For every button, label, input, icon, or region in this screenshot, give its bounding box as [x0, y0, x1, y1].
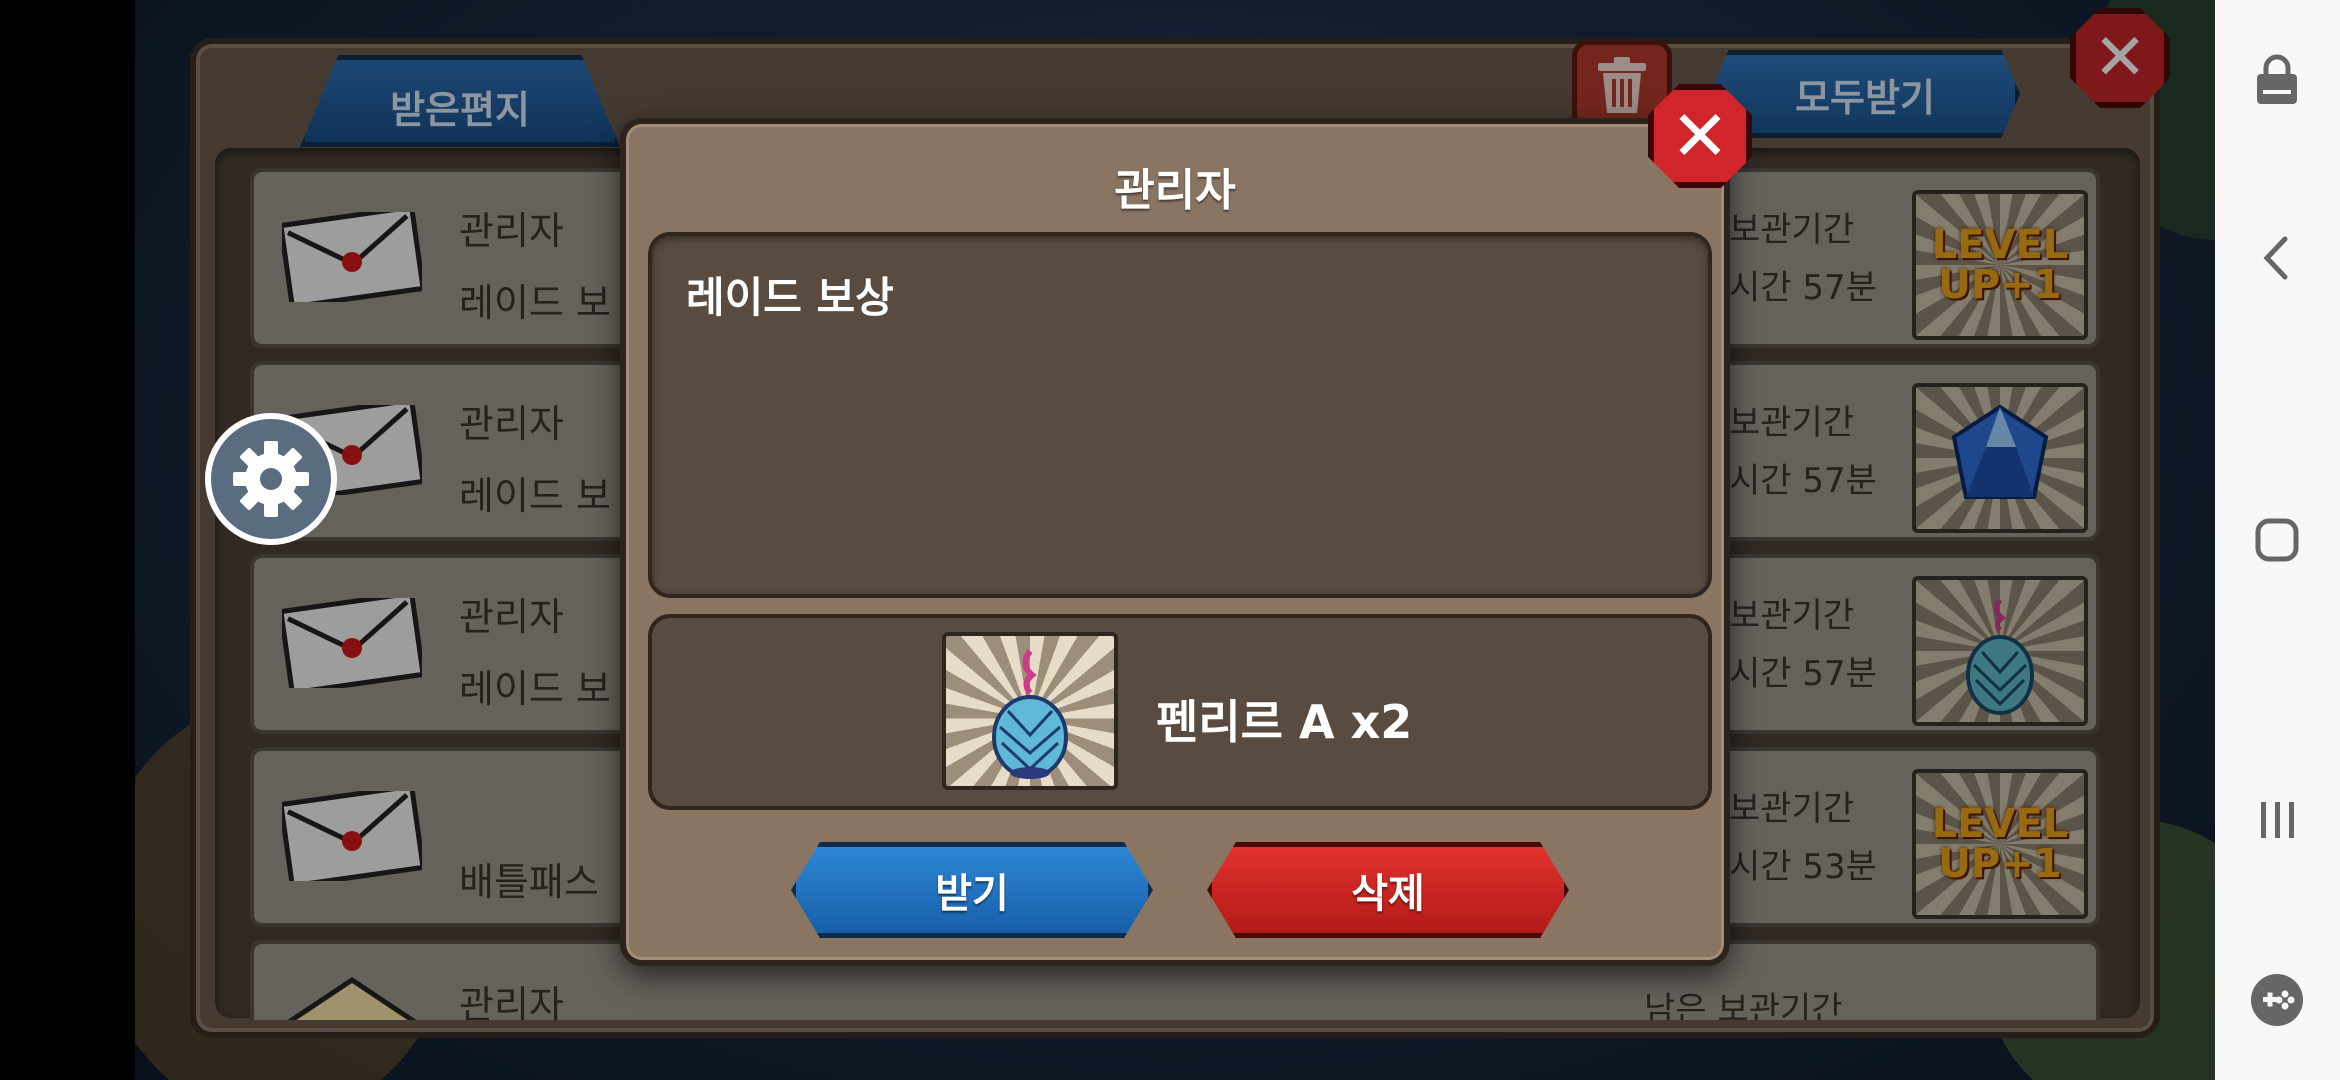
- back-icon: [2263, 236, 2288, 280]
- recents-button[interactable]: [2237, 780, 2317, 860]
- close-icon: ✕: [1670, 95, 1730, 177]
- system-navigation-bar: [2215, 0, 2340, 1080]
- reward-text: 펜리르 A x2: [1156, 695, 1413, 749]
- settings-button[interactable]: [205, 413, 337, 545]
- mail-detail-dialog: 관리자 레이드 보상 펜리르 A x2 받기 삭제: [620, 118, 1730, 966]
- screen-lock-button[interactable]: [2237, 40, 2317, 120]
- pine-cone-icon: [992, 649, 1068, 779]
- home-button[interactable]: [2237, 500, 2317, 580]
- game-tools-icon: [2251, 974, 2303, 1026]
- delete-label: 삭제: [1351, 871, 1425, 917]
- recents-icon: [2261, 802, 2294, 838]
- delete-button[interactable]: 삭제: [1207, 842, 1569, 938]
- message-text: 레이드 보상: [686, 273, 894, 322]
- home-icon: [2255, 518, 2299, 562]
- message-box: 레이드 보상: [648, 232, 1712, 598]
- game-tools-button[interactable]: [2237, 960, 2317, 1040]
- screen: 받은편지 모두받기 ✕ 관리자 레이드 보 보관기간 시간 57분 LEVEL …: [0, 0, 2340, 1080]
- claim-button[interactable]: 받기: [791, 842, 1153, 938]
- dialog-title: 관리자: [1114, 165, 1236, 216]
- back-button[interactable]: [2237, 218, 2317, 298]
- claim-label: 받기: [935, 871, 1009, 917]
- gear-icon: [233, 441, 309, 517]
- reward-item-thumbnail: [942, 632, 1118, 790]
- lock-screen-icon: [2257, 54, 2297, 104]
- reward-box: 펜리르 A x2: [648, 614, 1712, 810]
